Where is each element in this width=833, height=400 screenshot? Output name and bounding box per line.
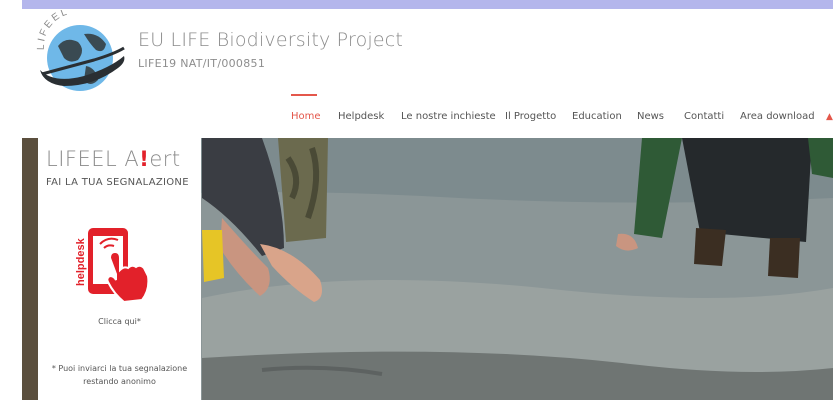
nav-active-indicator — [291, 94, 317, 96]
site-title: EU LIFE Biodiversity Project — [138, 29, 404, 51]
nav-item-news[interactable]: News — [637, 110, 664, 124]
nav-item-helpdesk[interactable]: Helpdesk — [338, 110, 384, 124]
main-nav: Home Helpdesk Le nostre inchieste Il Pro… — [0, 110, 833, 124]
nav-item-area-download[interactable]: Area download — [740, 110, 815, 124]
alert-panel[interactable]: LIFEEL A!ert FAI LA TUA SEGNALAZIONE hel… — [38, 138, 201, 400]
helpdesk-icon-label: helpdesk — [75, 237, 87, 286]
nav-item-contatti[interactable]: Contatti — [684, 110, 724, 124]
nav-item-education[interactable]: Education — [572, 110, 622, 124]
top-color-strip — [22, 0, 833, 9]
nav-item-progetto[interactable]: Il Progetto — [505, 110, 556, 124]
nav-overflow-icon[interactable]: ▲ — [826, 110, 833, 124]
alert-note: * Puoi inviarci la tua segnalazione rest… — [42, 362, 197, 388]
globe-eel-logo-icon: LIFEEL — [36, 6, 125, 91]
nav-item-inchieste[interactable]: Le nostre inchieste — [401, 110, 496, 124]
alert-subtitle: FAI LA TUA SEGNALAZIONE — [46, 177, 189, 188]
helpdesk-phone-tap-icon[interactable]: helpdesk — [74, 224, 166, 316]
nav-item-home[interactable]: Home — [291, 110, 321, 124]
alert-click-link[interactable]: Clicca qui* — [38, 317, 201, 326]
site-logo[interactable]: LIFEEL — [34, 6, 128, 94]
alert-note-line2: restando anonimo — [83, 377, 156, 386]
alert-title: LIFEEL A!ert — [46, 147, 181, 171]
alert-note-line1: * Puoi inviarci la tua segnalazione — [51, 364, 188, 373]
site-subtitle: LIFE19 NAT/IT/000851 — [138, 57, 266, 70]
